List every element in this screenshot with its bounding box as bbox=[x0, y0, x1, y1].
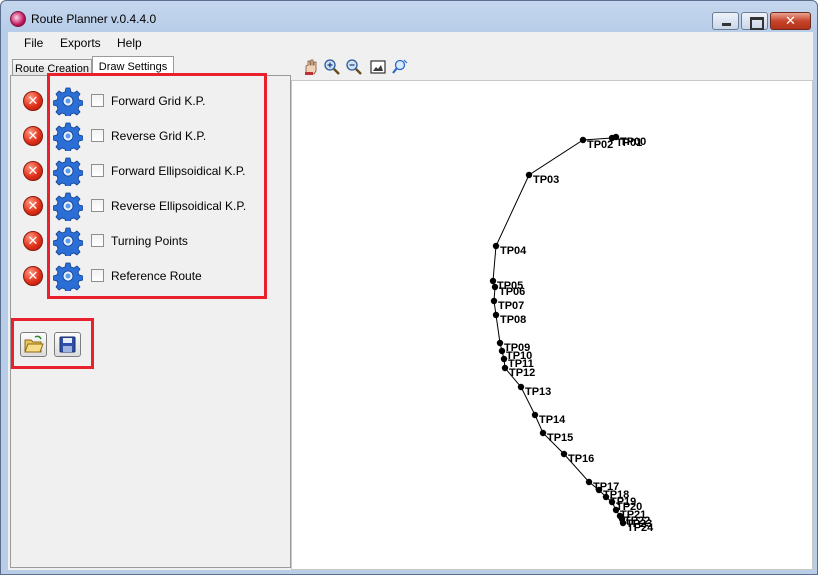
turning-point-marker[interactable] bbox=[500, 355, 508, 363]
turning-point-marker[interactable] bbox=[492, 311, 500, 319]
client-area: File Exports Help Route Creation Draw Se… bbox=[8, 32, 813, 570]
minimize-icon bbox=[713, 13, 738, 29]
turning-point-label: TP08 bbox=[500, 314, 526, 326]
turning-point-label: TP15 bbox=[547, 432, 573, 444]
turning-point-marker[interactable] bbox=[492, 242, 500, 250]
turning-point-marker[interactable] bbox=[531, 411, 539, 419]
turning-point-marker[interactable] bbox=[491, 283, 499, 291]
draw-settings-panel: ✕ Forward Grid K.P. ✕ Reverse Grid K.P. ✕ For… bbox=[10, 73, 291, 568]
turning-point-marker[interactable] bbox=[525, 171, 533, 179]
menu-exports[interactable]: Exports bbox=[60, 36, 101, 50]
delete-icon[interactable]: ✕ bbox=[23, 91, 43, 111]
maximize-button[interactable] bbox=[741, 12, 768, 30]
zoom-window-icon[interactable] bbox=[391, 58, 409, 76]
delete-icon[interactable]: ✕ bbox=[23, 196, 43, 216]
highlight-box-settings bbox=[47, 73, 267, 299]
delete-icon[interactable]: ✕ bbox=[23, 161, 43, 181]
turning-point-marker[interactable] bbox=[539, 429, 547, 437]
route-plot: TP00TP01TP02TP03TP04TP05TP06TP07TP08TP09… bbox=[489, 133, 654, 534]
menu-help[interactable]: Help bbox=[117, 36, 142, 50]
maximize-icon bbox=[742, 13, 767, 30]
zoom-extent-icon[interactable] bbox=[369, 58, 387, 76]
turning-point-label: TP14 bbox=[539, 414, 566, 426]
turning-point-label: TP24 bbox=[627, 522, 654, 534]
menu-file[interactable]: File bbox=[24, 36, 43, 50]
turning-point-marker[interactable] bbox=[602, 493, 610, 501]
highlight-box-file-buttons bbox=[11, 318, 94, 369]
map-area: TP00 TP01 TP02 TP03 TP04 TP05 TP06 TP07 TP08 TP09… bbox=[291, 56, 813, 570]
turning-point-marker[interactable] bbox=[619, 519, 627, 527]
turning-point-marker[interactable] bbox=[501, 364, 509, 372]
turning-point-marker[interactable] bbox=[585, 478, 593, 486]
delete-icon[interactable]: ✕ bbox=[23, 126, 43, 146]
menu-bar: File Exports Help bbox=[8, 32, 813, 54]
pan-hand-icon[interactable] bbox=[301, 58, 319, 76]
minimize-button[interactable] bbox=[712, 12, 739, 30]
window-title: Route Planner v.0.4.4.0 bbox=[31, 12, 157, 26]
turning-point-marker[interactable] bbox=[496, 339, 504, 347]
route-line bbox=[492, 136, 624, 524]
delete-icon[interactable]: ✕ bbox=[23, 231, 43, 251]
turning-point-label: TP13 bbox=[525, 386, 551, 398]
turning-point-label: TP03 bbox=[533, 174, 559, 186]
turning-point-marker[interactable] bbox=[579, 136, 587, 144]
turning-point-marker[interactable] bbox=[595, 486, 603, 494]
app-logo-icon[interactable] bbox=[10, 11, 26, 27]
turning-point-marker[interactable] bbox=[489, 277, 497, 285]
turning-point-label: TP02 bbox=[587, 139, 613, 151]
close-icon: ✕ bbox=[785, 13, 796, 28]
turning-point-marker[interactable] bbox=[490, 297, 498, 305]
zoom-in-icon[interactable] bbox=[323, 58, 341, 76]
delete-icon[interactable]: ✕ bbox=[23, 266, 43, 286]
title-bar[interactable]: Route Planner v.0.4.4.0 ✕ bbox=[1, 1, 817, 33]
map-toolbar bbox=[297, 56, 409, 78]
turning-point-marker[interactable] bbox=[560, 450, 568, 458]
turning-point-label: TP12 bbox=[509, 367, 535, 379]
turning-point-marker[interactable] bbox=[498, 347, 506, 355]
turning-point-label: TP16 bbox=[568, 453, 594, 465]
turning-point-label: TP07 bbox=[498, 300, 524, 312]
turning-point-label: TP04 bbox=[500, 245, 527, 257]
turning-point-marker[interactable] bbox=[612, 506, 620, 514]
turning-point-marker[interactable] bbox=[517, 383, 525, 391]
turning-point-label: TP01 bbox=[616, 137, 642, 149]
zoom-out-icon[interactable] bbox=[345, 58, 363, 76]
route-map-canvas[interactable]: TP00 TP01 TP02 TP03 TP04 TP05 TP06 TP07 TP08 TP09… bbox=[291, 80, 813, 570]
app-window: Route Planner v.0.4.4.0 ✕ File Exports H… bbox=[0, 0, 818, 575]
turning-point-marker[interactable] bbox=[608, 498, 616, 506]
turning-point-label: TP06 bbox=[499, 286, 525, 298]
close-button[interactable]: ✕ bbox=[770, 12, 811, 30]
